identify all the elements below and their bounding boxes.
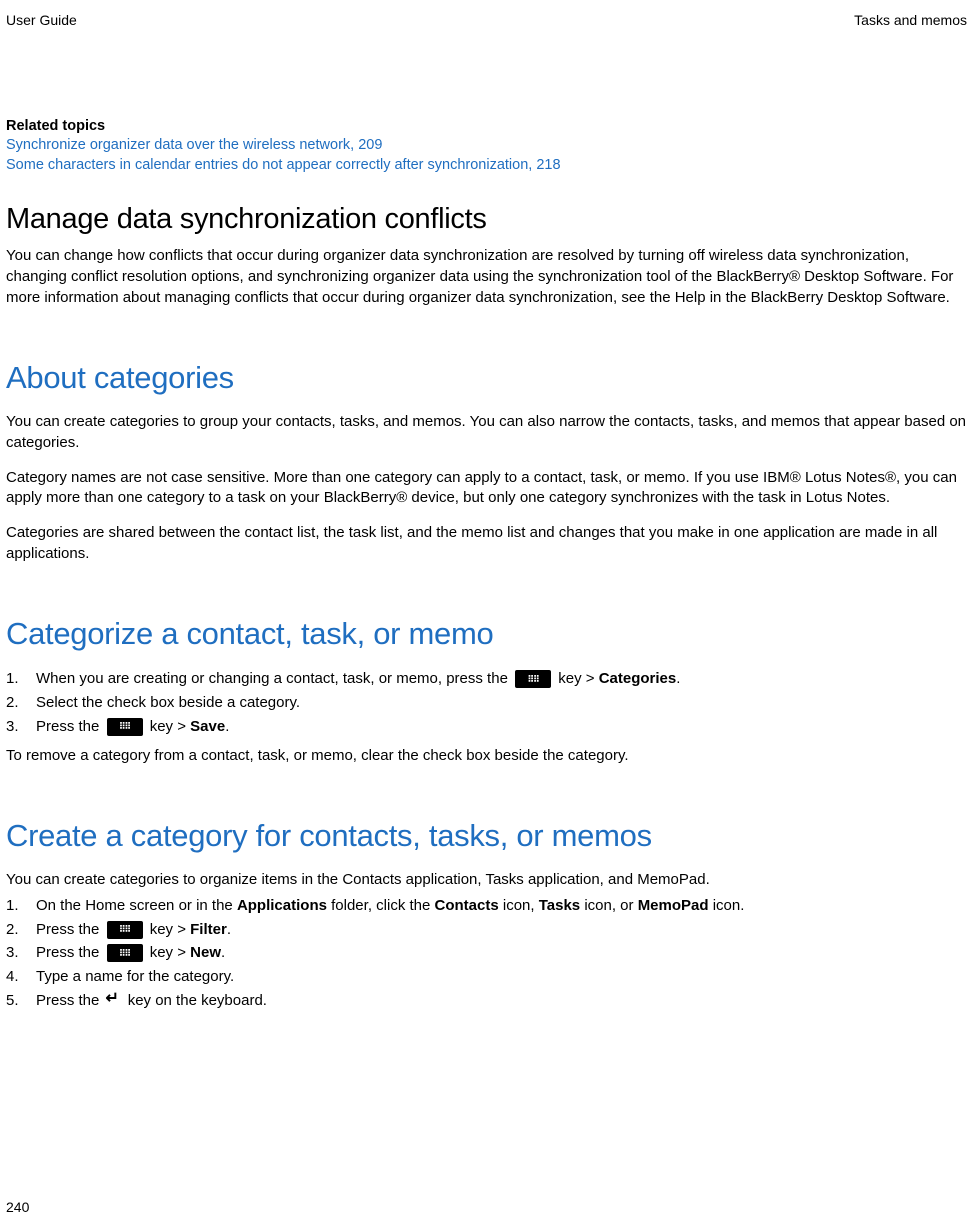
related-topics-block: Related topics Synchronize organizer dat…: [6, 118, 967, 175]
para-categorize-after: To remove a category from a contact, tas…: [6, 746, 967, 767]
para-about-2: Category names are not case sensitive. M…: [6, 468, 967, 509]
text-fragment: icon,: [499, 897, 539, 914]
text-fragment: Press the: [36, 921, 104, 938]
categorize-steps: When you are creating or changing a cont…: [6, 668, 967, 737]
text-fragment: key >: [146, 718, 191, 735]
bold-tasks: Tasks: [539, 897, 580, 914]
categorize-step-2: Select the check box beside a category.: [6, 692, 967, 714]
create-steps: On the Home screen or in the Application…: [6, 895, 967, 1012]
page-header: User Guide Tasks and memos: [6, 12, 967, 28]
bold-applications: Applications: [237, 897, 327, 914]
related-link-sync[interactable]: Synchronize organizer data over the wire…: [6, 136, 967, 156]
heading-categorize: Categorize a contact, task, or memo: [6, 616, 967, 652]
text-fragment: Type a name for the category.: [36, 966, 967, 988]
text-fragment: .: [227, 921, 231, 938]
text-fragment: Select the check box beside a category.: [36, 692, 967, 714]
create-step-1: On the Home screen or in the Application…: [6, 895, 967, 917]
header-left: User Guide: [6, 12, 77, 28]
text-fragment: .: [225, 718, 229, 735]
header-right: Tasks and memos: [854, 12, 967, 28]
menu-key-icon: ⠿⠿: [107, 944, 143, 962]
menu-filter: Filter: [190, 921, 227, 938]
create-step-2: Press the ⠿⠿ key > Filter.: [6, 919, 967, 941]
text-fragment: When you are creating or changing a cont…: [36, 670, 512, 687]
text-fragment: .: [676, 670, 680, 687]
enter-key-icon: [106, 994, 122, 1008]
text-fragment: icon.: [709, 897, 745, 914]
text-fragment: Press the: [36, 992, 104, 1009]
bold-contacts: Contacts: [435, 897, 499, 914]
related-link-calendar-chars[interactable]: Some characters in calendar entries do n…: [6, 156, 967, 176]
heading-create-category: Create a category for contacts, tasks, o…: [6, 818, 967, 854]
related-topics-label: Related topics: [6, 118, 967, 134]
heading-about-categories: About categories: [6, 360, 967, 396]
text-fragment: key >: [146, 921, 191, 938]
create-step-4: Type a name for the category.: [6, 966, 967, 988]
text-fragment: Press the: [36, 718, 104, 735]
menu-key-icon: ⠿⠿: [107, 921, 143, 939]
menu-key-icon: ⠿⠿: [515, 670, 551, 688]
bold-memopad: MemoPad: [638, 897, 709, 914]
text-fragment: key >: [146, 944, 191, 961]
heading-manage-conflicts: Manage data synchronization conflicts: [6, 203, 967, 236]
text-fragment: Press the: [36, 944, 104, 961]
para-create-intro: You can create categories to organize it…: [6, 870, 967, 891]
para-about-3: Categories are shared between the contac…: [6, 523, 967, 564]
menu-new: New: [190, 944, 221, 961]
text-fragment: key on the keyboard.: [124, 992, 267, 1009]
menu-save: Save: [190, 718, 225, 735]
page-number: 240: [6, 1199, 29, 1215]
categorize-step-3: Press the ⠿⠿ key > Save.: [6, 716, 967, 738]
create-step-5: Press the key on the keyboard.: [6, 990, 967, 1012]
menu-key-icon: ⠿⠿: [107, 718, 143, 736]
para-about-1: You can create categories to group your …: [6, 412, 967, 453]
text-fragment: key >: [554, 670, 599, 687]
categorize-step-1: When you are creating or changing a cont…: [6, 668, 967, 690]
text-fragment: folder, click the: [327, 897, 435, 914]
para-manage-conflicts: You can change how conflicts that occur …: [6, 246, 967, 308]
text-fragment: icon, or: [580, 897, 638, 914]
create-step-3: Press the ⠿⠿ key > New.: [6, 942, 967, 964]
text-fragment: .: [221, 944, 225, 961]
text-fragment: On the Home screen or in the: [36, 897, 237, 914]
menu-categories: Categories: [599, 670, 677, 687]
